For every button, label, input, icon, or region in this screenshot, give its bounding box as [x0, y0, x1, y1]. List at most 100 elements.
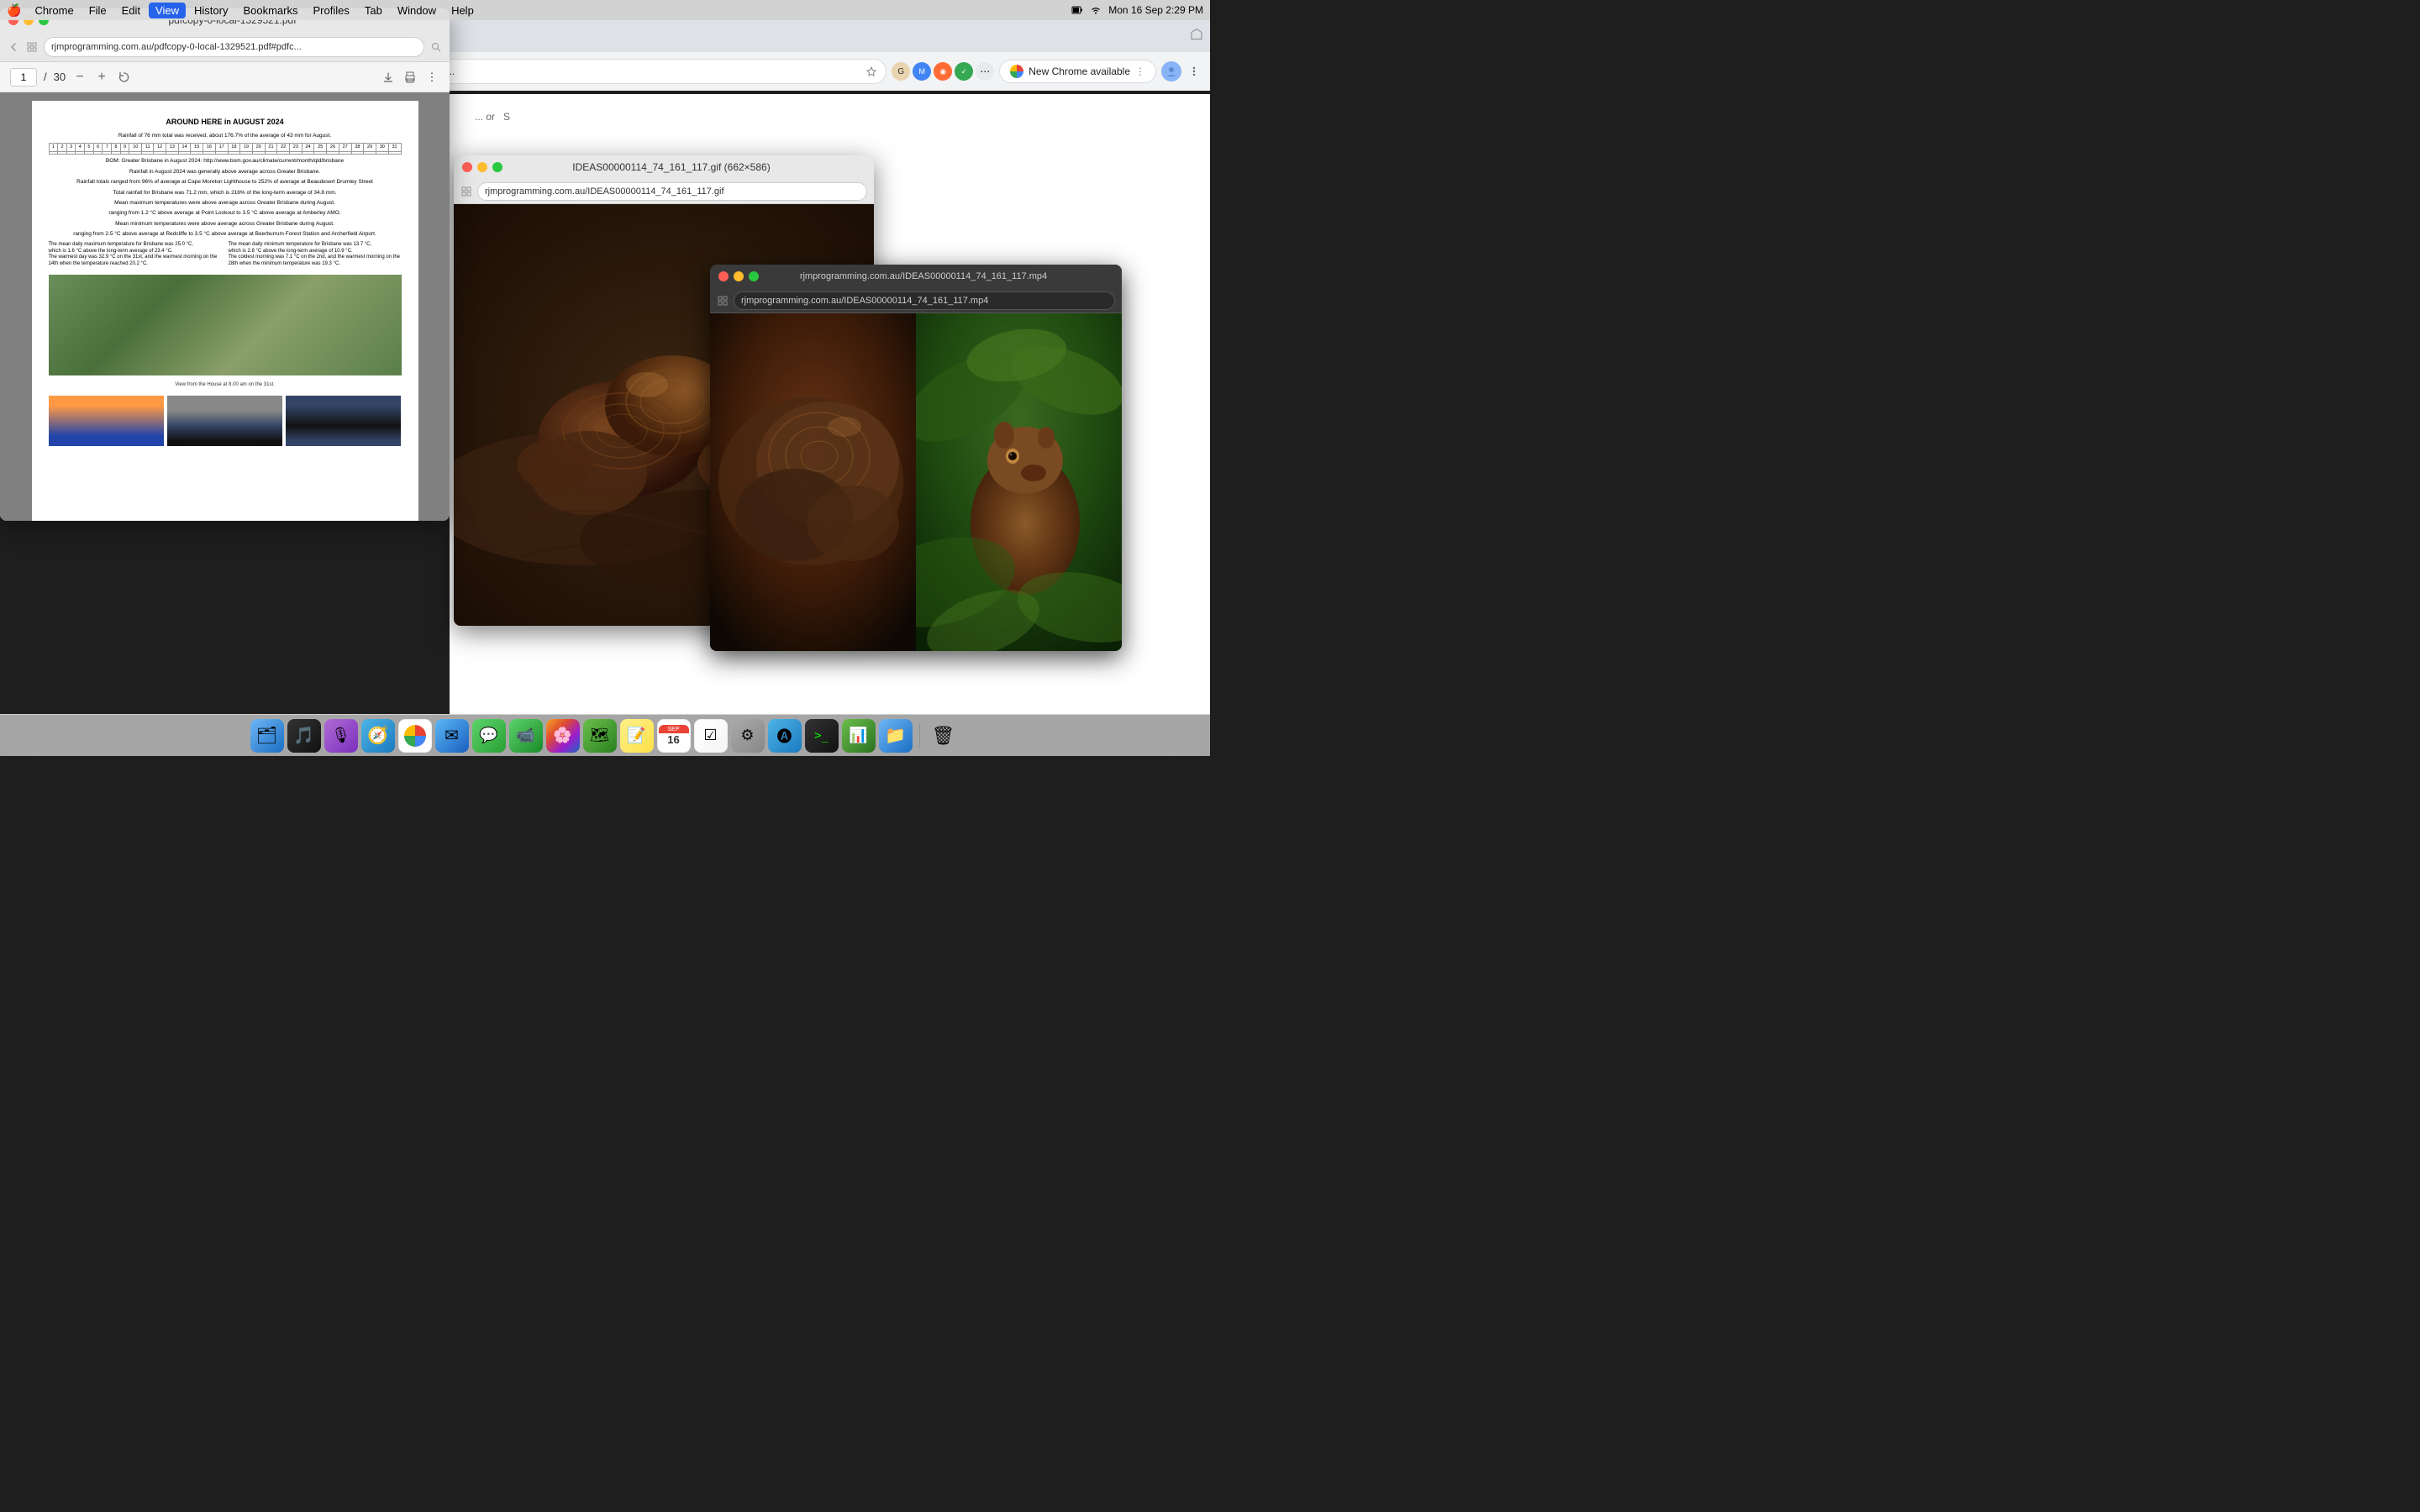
dock-notes-icon: 📝	[627, 727, 645, 744]
menu-bar-right: Mon 16 Sep 2:29 PM	[1071, 4, 1203, 16]
dock-finder-icon: 🗂	[256, 725, 277, 746]
mp4-titlebar: rjmprogramming.com.au/IDEAS00000114_74_1…	[710, 265, 1122, 288]
ext-icon-2[interactable]: M	[913, 62, 931, 81]
menu-chrome[interactable]: Chrome	[28, 3, 80, 18]
pdf-address-bar[interactable]: rjmprogramming.com.au/pdfcopy-0-local-13…	[44, 37, 424, 57]
menu-view[interactable]: View	[149, 3, 186, 18]
pdf-chrome-bar: rjmprogramming.com.au/pdfcopy-0-local-13…	[0, 32, 450, 62]
dock-podcasts[interactable]: 🎙	[324, 719, 358, 753]
battery-icon	[1071, 4, 1083, 16]
ext-icon-3[interactable]: ◉	[934, 62, 952, 81]
pdf-grid-icon[interactable]	[25, 40, 39, 54]
user-icon	[1165, 66, 1177, 77]
chrome-menu-icon[interactable]	[1186, 64, 1202, 79]
new-chrome-badge[interactable]: New Chrome available ⋮	[999, 60, 1156, 83]
gif-chrome-bar: rjmprogramming.com.au/IDEAS00000114_74_1…	[454, 179, 874, 204]
pdf-mean-min-text: Mean minimum temperatures were above ave…	[49, 221, 402, 228]
dock-music[interactable]: 🎵	[287, 719, 321, 753]
menu-file[interactable]: File	[82, 3, 113, 18]
dock-activity[interactable]: 📊	[842, 719, 876, 753]
gif-close-btn[interactable]	[462, 162, 472, 172]
pdf-min-temp: The mean daily minimum temperature for B…	[229, 242, 402, 268]
mp4-right-frame	[916, 313, 1122, 651]
pdf-search-icon[interactable]	[429, 40, 443, 54]
pdf-temp-section: The mean daily maximum temperature for B…	[49, 242, 402, 268]
dock-appstore[interactable]: 🅐	[768, 719, 802, 753]
pdf-thumb-1	[49, 396, 164, 446]
wifi-icon	[1090, 4, 1102, 16]
extension-icons: G M ◉ ✓ ⋯	[892, 62, 994, 81]
pdf-thumb-3	[286, 396, 401, 446]
chrome-logo	[1010, 65, 1023, 78]
pdf-rotate-icon[interactable]	[116, 70, 131, 85]
menu-help[interactable]: Help	[445, 3, 481, 18]
pdf-content[interactable]: AROUND HERE in AUGUST 2024 Rainfall of 7…	[0, 92, 450, 521]
pdf-more-icon[interactable]: ⋮	[424, 70, 439, 85]
gif-window-title: IDEAS00000114_74_161_117.gif (662×586)	[477, 161, 865, 173]
dock-photos[interactable]: 🌸	[546, 719, 580, 753]
menu-profiles[interactable]: Profiles	[306, 3, 355, 18]
dock-maps-icon: 🗺	[590, 727, 609, 744]
pdf-landscape-image	[49, 275, 402, 375]
pdf-rainfall-table: 12345678 910111213141516 171819202122232…	[49, 143, 402, 155]
pdf-page-total: 30	[54, 71, 66, 83]
dock-messages[interactable]: 💬	[472, 719, 506, 753]
dock-facetime[interactable]: 📹	[509, 719, 543, 753]
dock-mail[interactable]: ✉	[435, 719, 469, 753]
dock-system[interactable]: ⚙	[731, 719, 765, 753]
mp4-address-bar[interactable]: rjmprogramming.com.au/IDEAS00000114_74_1…	[734, 291, 1115, 310]
pdf-doc-subtitle: Rainfall of 76 mm total was received, ab…	[49, 133, 402, 139]
mp4-video-left	[710, 313, 916, 651]
dock-reminders[interactable]: ☑	[694, 719, 728, 753]
gif-url: rjmprogramming.com.au/IDEAS00000114_74_1…	[485, 186, 724, 197]
dock-system-icon: ⚙	[740, 727, 754, 744]
pdf-zoom-in-icon[interactable]: +	[94, 70, 109, 85]
ext-icon-5[interactable]: ⋯	[976, 62, 994, 81]
pdf-max-temp: The mean daily maximum temperature for B…	[49, 242, 222, 268]
gif-address-bar[interactable]: rjmprogramming.com.au/IDEAS00000114_74_1…	[477, 182, 867, 201]
pdf-url: rjmprogramming.com.au/pdfcopy-0-local-13…	[51, 42, 302, 52]
apple-menu[interactable]: 🍎	[7, 3, 21, 18]
dock-finder2[interactable]: 📁	[879, 719, 913, 753]
new-chrome-label: New Chrome available	[1028, 66, 1130, 77]
pdf-page-input[interactable]	[10, 68, 37, 87]
mp4-close-btn[interactable]	[718, 271, 729, 281]
dock-calendar[interactable]: SEP 16	[657, 719, 691, 753]
mp4-grid-icon[interactable]	[717, 295, 729, 307]
pdf-total-text: Total rainfall for Brisbane was 71.2 mm,…	[49, 190, 402, 197]
pdf-bom-text: BOM: Greater Brisbane in August 2024: ht…	[49, 158, 402, 165]
menu-edit[interactable]: Edit	[115, 3, 147, 18]
pdf-download-icon[interactable]	[381, 70, 396, 85]
gif-grid-icon[interactable]	[460, 186, 472, 197]
dock-finder[interactable]: 🗂	[250, 719, 284, 753]
new-chrome-dots[interactable]: ⋮	[1135, 66, 1145, 77]
menu-window[interactable]: Window	[391, 3, 443, 18]
pdf-print-icon[interactable]	[402, 70, 418, 85]
star-icon[interactable]	[865, 66, 877, 77]
pdf-back-icon[interactable]	[7, 40, 20, 54]
ext-icon-4[interactable]: ✓	[955, 62, 973, 81]
pdf-zoom-out-icon[interactable]: −	[72, 70, 87, 85]
dock: 🗂 🎵 🎙 🧭 ✉ 💬 📹 🌸 🗺 📝 SEP 16 ☑ ⚙ 🅐	[0, 714, 1210, 756]
dock-terminal[interactable]: >_	[805, 719, 839, 753]
dock-calendar-day: 16	[667, 733, 679, 746]
dock-trash[interactable]: 🗑	[927, 719, 960, 753]
menu-bookmarks[interactable]: Bookmarks	[236, 3, 304, 18]
dock-chrome[interactable]	[398, 719, 432, 753]
dock-safari[interactable]: 🧭	[361, 719, 395, 753]
mp4-window-title: rjmprogramming.com.au/IDEAS00000114_74_1…	[734, 271, 1113, 281]
pdf-range-text: Rainfall totals ranged from 96% of avera…	[49, 179, 402, 186]
menu-tab[interactable]: Tab	[358, 3, 389, 18]
dock-maps[interactable]: 🗺	[583, 719, 617, 753]
dock-trash-icon: 🗑	[932, 725, 955, 747]
dock-photos-icon: 🌸	[553, 727, 571, 744]
tab-expand-icon[interactable]	[1190, 28, 1203, 41]
profile-avatar[interactable]	[1161, 61, 1181, 81]
pdf-thumb-2	[167, 396, 282, 446]
ext-icon-1[interactable]: G	[892, 62, 910, 81]
pdf-doc-title: AROUND HERE in AUGUST 2024	[49, 118, 402, 128]
dock-notes[interactable]: 📝	[620, 719, 654, 753]
pdf-image-caption: View from the House at 8.00 am on the 31…	[49, 382, 402, 389]
menu-history[interactable]: History	[187, 3, 234, 18]
dock-separator	[919, 723, 920, 748]
